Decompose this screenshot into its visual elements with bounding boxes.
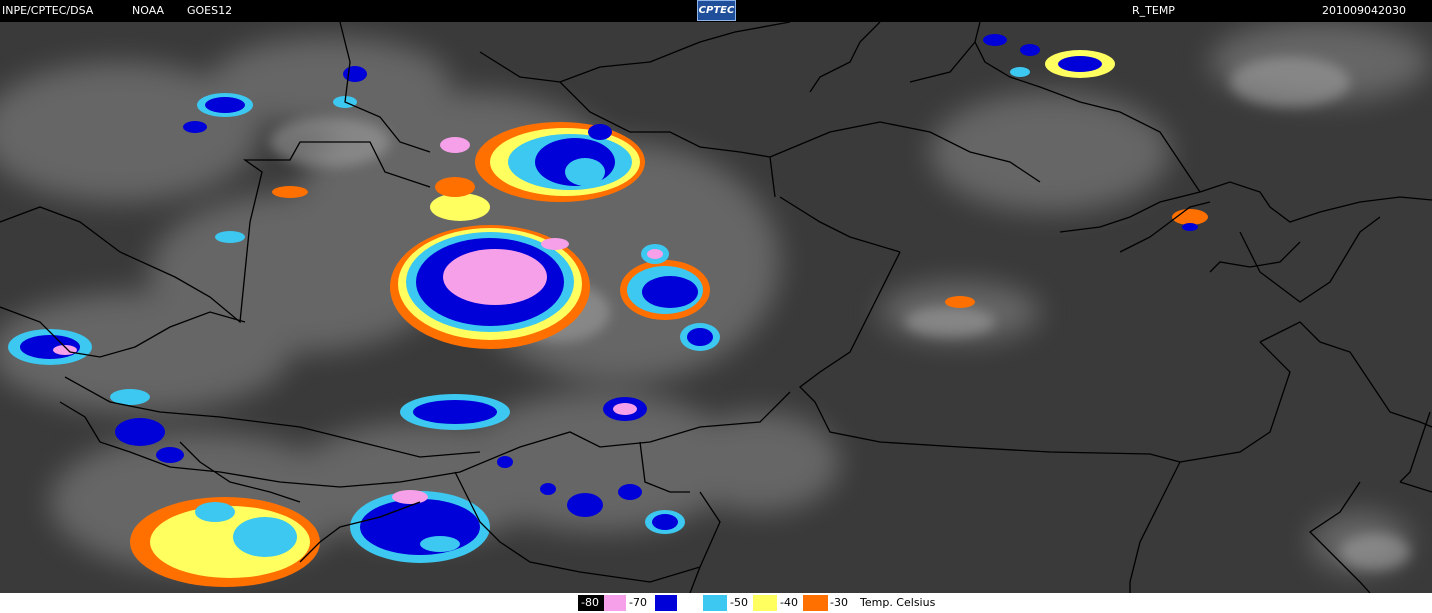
satellite-map [0,22,1432,593]
agency-label: NOAA [132,4,165,17]
storm-cell-southwest [130,497,320,587]
legend-swatch-minus60 [655,595,677,611]
legend-label-minus50: -50 [730,596,748,609]
logo-text: CPTEC [698,5,735,16]
timestamp-label: 201009042030 [1322,4,1406,17]
legend-swatch-minus40 [753,595,777,611]
legend-swatch-minus30 [803,595,828,611]
temperature-legend: -80 -70 -60 -50 -40 -30 Temp. Celsius [0,593,1432,613]
legend-swatch-minus50 [703,595,727,611]
storm-cell-central [390,225,590,349]
legend-label-minus70: -70 [629,596,647,609]
header-bar: INPE/CPTEC/DSA NOAA GOES12 CPTEC R_TEMP … [0,0,1432,22]
legend-swatch-minus70 [604,595,626,611]
legend-label-minus80: -80 [581,596,599,609]
legend-label-minus40: -40 [780,596,798,609]
legend-label-minus60: -60 [680,596,698,609]
source-label: INPE/CPTEC/DSA [2,4,94,17]
satellite-image [0,22,1432,593]
cptec-logo: CPTEC [697,0,736,21]
product-label: R_TEMP [1132,4,1175,17]
legend-label-minus30: -30 [830,596,848,609]
satellite-label: GOES12 [187,4,233,17]
legend-unit: Temp. Celsius [860,596,936,609]
